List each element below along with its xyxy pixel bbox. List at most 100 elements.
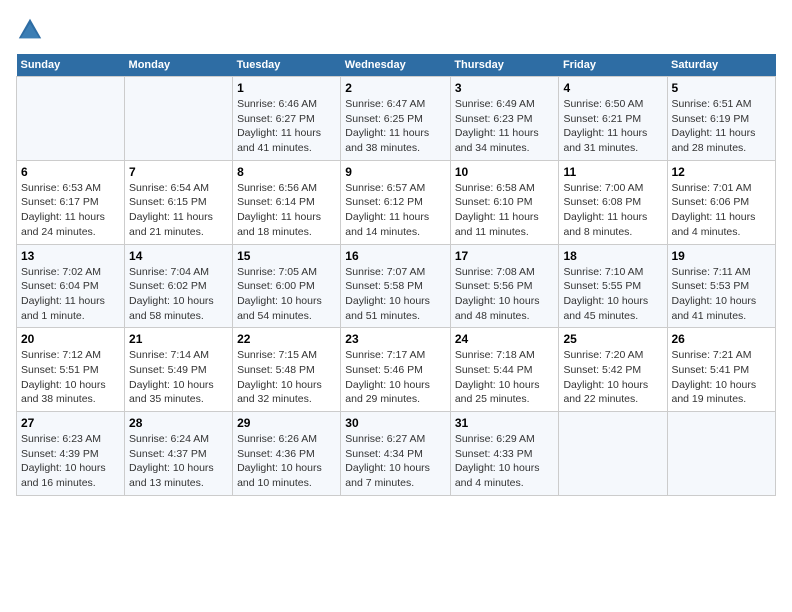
daylight: Daylight: 10 hours and 7 minutes. [345,462,430,489]
day-number: 18 [563,249,662,263]
sunrise: Sunrise: 6:54 AM [129,182,209,194]
sunrise: Sunrise: 7:00 AM [563,182,643,194]
day-info: Sunrise: 6:24 AM Sunset: 4:37 PM Daylight:… [129,432,228,491]
day-number: 13 [21,249,120,263]
sunrise: Sunrise: 6:56 AM [237,182,317,194]
day-info: Sunrise: 7:01 AMSunset: 6:06 PMDaylight:… [672,181,772,240]
sunrise: Sunrise: 7:17 AM [345,349,425,361]
day-number: 3 [455,81,555,95]
day-number: 24 [455,332,555,346]
daylight: Daylight: 10 hours and 35 minutes. [129,379,214,406]
sunrise: Sunrise: 6:23 AM [21,433,101,445]
sunrise: Sunrise: 7:21 AM [672,349,752,361]
day-info: Sunrise: 7:08 AMSunset: 5:56 PMDaylight:… [455,265,555,324]
day-number: 10 [455,165,555,179]
sunrise: Sunrise: 6:26 AM [237,433,317,445]
calendar-week-row: 27 Sunrise: 6:23 AM Sunset: 4:39 PM Dayligh… [17,412,776,496]
calendar-cell: 3Sunrise: 6:49 AMSunset: 6:23 PMDaylight… [450,77,559,161]
col-sunday: Sunday [17,54,125,77]
day-number: 11 [563,165,662,179]
daylight: Daylight: 10 hours and 51 minutes. [345,295,430,322]
day-info: Sunrise: 7:02 AMSunset: 6:04 PMDaylight:… [21,265,120,324]
day-number: 30 [345,416,446,430]
day-info: Sunrise: 6:49 AMSunset: 6:23 PMDaylight:… [455,97,555,156]
day-number: 22 [237,332,336,346]
calendar-body: 1Sunrise: 6:46 AMSunset: 6:27 PMDaylight… [17,77,776,496]
col-monday: Monday [125,54,233,77]
day-number: 19 [672,249,772,263]
sunset: Sunset: 6:19 PM [672,113,750,125]
day-number: 12 [672,165,772,179]
sunset: Sunset: 4:33 PM [455,448,533,460]
sunrise: Sunrise: 6:24 AM [129,433,209,445]
sunset: Sunset: 6:14 PM [237,196,315,208]
calendar-cell: 31Sunrise: 6:29 AMSunset: 4:33 PMDayligh… [450,412,559,496]
sunrise: Sunrise: 6:57 AM [345,182,425,194]
day-number: 6 [21,165,120,179]
day-info: Sunrise: 7:18 AMSunset: 5:44 PMDaylight:… [455,348,555,407]
calendar-week-row: 20 Sunrise: 7:12 AMSunset: 5:51 PMDayligh… [17,328,776,412]
sunset: Sunset: 6:21 PM [563,113,641,125]
day-number: 2 [345,81,446,95]
sunset: Sunset: 6:02 PM [129,280,207,292]
sunrise: Sunrise: 6:49 AM [455,98,535,110]
sunset: Sunset: 5:51 PM [21,364,99,376]
daylight: Daylight: 11 hours and 8 minutes. [563,211,647,238]
day-info: Sunrise: 7:07 AMSunset: 5:58 PMDaylight:… [345,265,446,324]
sunrise: Sunrise: 7:08 AM [455,266,535,278]
header-row: Sunday Monday Tuesday Wednesday Thursday… [17,54,776,77]
sunrise: Sunrise: 6:58 AM [455,182,535,194]
calendar-cell: 7Sunrise: 6:54 AMSunset: 6:15 PMDaylight… [125,160,233,244]
sunset: Sunset: 6:23 PM [455,113,533,125]
col-thursday: Thursday [450,54,559,77]
day-number: 25 [563,332,662,346]
calendar-cell: 18Sunrise: 7:10 AMSunset: 5:55 PMDayligh… [559,244,667,328]
calendar-cell [125,77,233,161]
sunrise: Sunrise: 6:53 AM [21,182,101,194]
sunrise: Sunrise: 7:05 AM [237,266,317,278]
sunset: Sunset: 5:58 PM [345,280,423,292]
sunset: Sunset: 4:39 PM [21,448,99,460]
day-number: 29 [237,416,336,430]
day-number: 20 [21,332,120,346]
col-saturday: Saturday [667,54,776,77]
calendar-cell: 1Sunrise: 6:46 AMSunset: 6:27 PMDaylight… [233,77,341,161]
logo-icon [16,16,44,44]
calendar-cell: 16Sunrise: 7:07 AMSunset: 5:58 PMDayligh… [341,244,451,328]
daylight: Daylight: 10 hours and 10 minutes. [237,462,322,489]
daylight: Daylight: 10 hours and 4 minutes. [455,462,540,489]
sunset: Sunset: 6:17 PM [21,196,99,208]
calendar-cell: 28Sunrise: 6:24 AMSunset: 4:37 PMDayligh… [125,412,233,496]
daylight: Daylight: 11 hours and 1 minute. [21,295,105,322]
col-wednesday: Wednesday [341,54,451,77]
sunset: Sunset: 5:41 PM [672,364,750,376]
day-info: Sunrise: 7:04 AMSunset: 6:02 PMDaylight:… [129,265,228,324]
calendar-cell: 13 Sunrise: 7:02 AMSunset: 6:04 PMDayligh… [17,244,125,328]
calendar-cell: 20 Sunrise: 7:12 AMSunset: 5:51 PMDayligh… [17,328,125,412]
calendar-cell: 8Sunrise: 6:56 AMSunset: 6:14 PMDaylight… [233,160,341,244]
sunrise: Sunrise: 6:50 AM [563,98,643,110]
daylight: Daylight: 10 hours and 29 minutes. [345,379,430,406]
daylight: Daylight: 10 hours and 32 minutes. [237,379,322,406]
daylight: Daylight: 10 hours and 25 minutes. [455,379,540,406]
day-info: Sunrise: 6:56 AMSunset: 6:14 PMDaylight:… [237,181,336,240]
day-number: 27 [21,416,120,430]
day-number: 14 [129,249,228,263]
calendar-cell: 19Sunrise: 7:11 AMSunset: 5:53 PMDayligh… [667,244,776,328]
day-info: Sunrise: 6:26 AMSunset: 4:36 PMDaylight:… [237,432,336,491]
sunset: Sunset: 4:37 PM [129,448,207,460]
logo [16,16,48,44]
calendar-cell: 9Sunrise: 6:57 AMSunset: 6:12 PMDaylight… [341,160,451,244]
day-number: 8 [237,165,336,179]
day-info: Sunrise: 7:12 AMSunset: 5:51 PMDaylight:… [21,348,120,407]
calendar-cell: 6Sunrise: 6:53 AMSunset: 6:17 PMDaylight… [17,160,125,244]
daylight: Daylight: 10 hours and 13 minutes. [129,462,214,489]
daylight: Daylight: 10 hours and 19 minutes. [672,379,757,406]
calendar-cell [667,412,776,496]
daylight: Daylight: 10 hours and 54 minutes. [237,295,322,322]
calendar-cell: 14 Sunrise: 7:04 AMSunset: 6:02 PMDayligh… [125,244,233,328]
sunrise: Sunrise: 7:02 AM [21,266,101,278]
sunset: Sunset: 5:44 PM [455,364,533,376]
sunrise: Sunrise: 6:51 AM [672,98,752,110]
daylight: Daylight: 11 hours and 11 minutes. [455,211,539,238]
